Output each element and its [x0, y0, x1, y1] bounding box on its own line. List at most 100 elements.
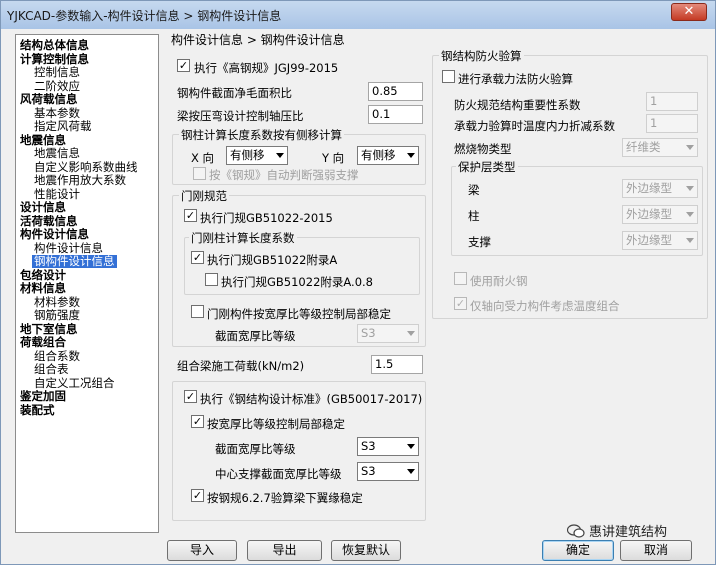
x-direction-select[interactable]: 有侧移: [226, 146, 288, 165]
net-area-ratio-input[interactable]: 0.85: [368, 82, 423, 101]
ok-button[interactable]: 确定: [542, 540, 614, 561]
fire-check-legend: 钢结构防火验算: [439, 48, 524, 64]
construction-load-label: 组合梁施工荷载(kN/m2): [177, 359, 305, 373]
exec-steel-std-checkbox[interactable]: ✓: [184, 390, 197, 403]
protection-legend: 保护层类型: [456, 159, 518, 175]
importance-input[interactable]: 1: [646, 92, 698, 111]
axial-temp-label: 仅轴向受力构件考虑温度组合: [470, 299, 620, 313]
fuel-type-label: 燃烧物类型: [454, 142, 512, 156]
restore-default-button[interactable]: 恢复默认: [331, 540, 401, 561]
tree-item-selected[interactable]: 钢构件设计信息: [32, 255, 117, 268]
tree-group-item[interactable]: 风荷载信息: [20, 93, 78, 106]
exec-portal-label: 执行门规GB51022-2015: [200, 211, 333, 225]
auto-brace-label: 按《钢规》自动判断强弱支撑: [209, 168, 359, 182]
x-direction-label: X 向: [191, 151, 215, 165]
flange-stability-label: 按钢规6.2.7验算梁下翼缘稳定: [207, 491, 363, 505]
tree-group-item[interactable]: 构件设计信息: [20, 228, 89, 241]
dialog-window: YJKCAD-参数输入-构件设计信息 > 钢构件设计信息 ✕ 结构总体信息 计算控…: [0, 0, 716, 565]
appendix-a08-label: 执行门规GB51022附录A.0.8: [221, 275, 373, 289]
axial-temp-checkbox[interactable]: ✓: [454, 297, 467, 310]
wechat-icon: [567, 523, 585, 538]
watermark-text: 惠讲建筑结构: [589, 525, 668, 540]
exec-gaogang-checkbox[interactable]: ✓: [177, 59, 190, 72]
close-button[interactable]: ✕: [671, 3, 707, 21]
section-grade-label: 截面宽厚比等级: [215, 442, 296, 456]
settings-tree[interactable]: 结构总体信息 计算控制信息 控制信息 二阶效应 风荷载信息 基本参数 指定风荷载 地震信息 地震…: [15, 34, 159, 533]
import-button[interactable]: 导入: [167, 540, 237, 561]
reduction-input[interactable]: 1: [646, 114, 698, 133]
cancel-button[interactable]: 取消: [620, 540, 692, 561]
chevron-down-icon: [276, 153, 284, 158]
protect-brace-label: 支撑: [468, 235, 491, 249]
exec-portal-checkbox[interactable]: ✓: [184, 209, 197, 222]
protect-brace-select[interactable]: 外边缘型: [622, 231, 698, 250]
tree-child-item[interactable]: 指定风荷载: [34, 120, 92, 133]
chevron-down-icon: [686, 212, 694, 217]
appendix-a-checkbox[interactable]: ✓: [191, 251, 204, 264]
protect-column-select[interactable]: 外边缘型: [622, 205, 698, 224]
appendix-a08-checkbox[interactable]: [205, 273, 218, 286]
chevron-down-icon: [407, 331, 415, 336]
beam-axial-ratio-label: 梁按压弯设计控制轴压比: [177, 109, 304, 123]
tree-child-item[interactable]: 基本参数: [34, 106, 80, 120]
flange-stability-checkbox[interactable]: ✓: [191, 489, 204, 502]
tree-child-item[interactable]: 地震信息: [34, 147, 80, 160]
protect-beam-select[interactable]: 外边缘型: [622, 179, 698, 198]
tree-group-item[interactable]: 结构总体信息: [20, 39, 89, 52]
portal-grade-label: 截面宽厚比等级: [215, 329, 296, 343]
appendix-a-label: 执行门规GB51022附录A: [207, 253, 338, 267]
portal-local-stability-checkbox[interactable]: [191, 305, 204, 318]
chevron-down-icon: [407, 444, 415, 449]
fire-steel-checkbox[interactable]: [454, 272, 467, 285]
tree-child-item[interactable]: 材料参数: [34, 295, 80, 309]
tree-child-item[interactable]: 控制信息: [34, 66, 80, 79]
y-direction-label: Y 向: [322, 151, 345, 165]
tree-group-item[interactable]: 计算控制信息: [20, 52, 89, 66]
tree-child-item[interactable]: 自定义工况组合: [34, 376, 115, 390]
bearing-fire-checkbox[interactable]: [442, 70, 455, 83]
tree-child-item[interactable]: 组合表: [34, 363, 69, 376]
beam-axial-ratio-input[interactable]: 0.1: [368, 105, 423, 124]
tree-group-item[interactable]: 装配式: [20, 403, 55, 417]
bearing-fire-label: 进行承载力法防火验算: [458, 72, 573, 86]
tree-child-item[interactable]: 钢筋强度: [34, 309, 80, 322]
tree-group-item[interactable]: 包络设计: [20, 268, 66, 282]
window-title: YJKCAD-参数输入-构件设计信息 > 钢构件设计信息: [7, 9, 282, 23]
tree-child-item[interactable]: 性能设计: [34, 187, 80, 201]
auto-brace-checkbox[interactable]: [193, 167, 206, 180]
chevron-down-icon: [686, 238, 694, 243]
tree-group-item[interactable]: 设计信息: [20, 201, 66, 214]
tree-group-item[interactable]: 荷载组合: [20, 336, 66, 349]
portal-grade-select[interactable]: S3: [357, 324, 419, 343]
tree-group-item[interactable]: 鉴定加固: [20, 390, 66, 403]
breadcrumb: 构件设计信息 > 钢构件设计信息: [171, 33, 345, 47]
exec-steel-std-label: 执行《钢结构设计标准》(GB50017-2017): [200, 392, 423, 406]
tree-group-item[interactable]: 活荷载信息: [20, 214, 78, 228]
protect-column-label: 柱: [468, 209, 480, 223]
fuel-type-select[interactable]: 纤维类: [622, 138, 698, 157]
protect-beam-label: 梁: [468, 183, 480, 197]
tree-child-item[interactable]: 构件设计信息: [34, 241, 103, 255]
tree-child-item[interactable]: 二阶效应: [34, 79, 80, 93]
export-button[interactable]: 导出: [247, 540, 322, 561]
y-direction-select[interactable]: 有侧移: [357, 146, 419, 165]
local-stability-label: 按宽厚比等级控制局部稳定: [207, 417, 345, 431]
brace-grade-label: 中心支撑截面宽厚比等级: [215, 467, 342, 481]
chevron-down-icon: [407, 469, 415, 474]
tree-child-item[interactable]: 组合系数: [34, 349, 80, 363]
title-bar: YJKCAD-参数输入-构件设计信息 > 钢构件设计信息 ✕: [1, 1, 715, 29]
tree-group-item[interactable]: 地下室信息: [20, 322, 78, 336]
column-length-legend: 钢柱计算长度系数按有侧移计算: [179, 127, 344, 143]
tree-group-item[interactable]: 地震信息: [20, 133, 66, 147]
reduction-label: 承载力验算时温度内力折减系数: [454, 119, 615, 133]
construction-load-input[interactable]: 1.5: [371, 355, 423, 374]
tree-child-item[interactable]: 地震作用放大系数: [34, 174, 126, 187]
watermark: 惠讲建筑结构: [567, 521, 667, 540]
tree-child-item[interactable]: 自定义影响系数曲线: [34, 160, 138, 174]
portal-legend: 门刚规范: [179, 188, 229, 204]
tree-group-item[interactable]: 材料信息: [20, 282, 66, 295]
fire-steel-label: 使用耐火钢: [470, 274, 528, 288]
section-grade-select[interactable]: S3: [357, 437, 419, 456]
local-stability-checkbox[interactable]: ✓: [191, 415, 204, 428]
brace-grade-select[interactable]: S3: [357, 462, 419, 481]
